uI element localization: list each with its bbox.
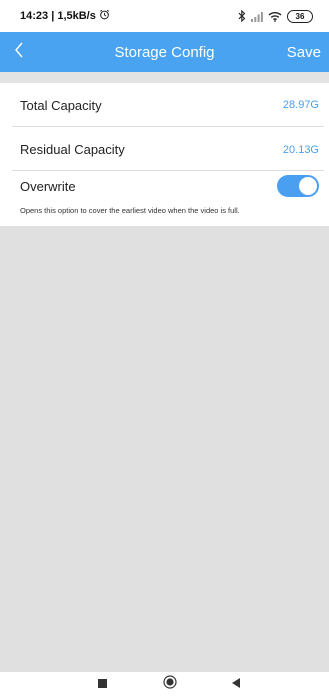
divider — [12, 170, 324, 171]
overwrite-label: Overwrite — [20, 178, 76, 194]
alarm-icon — [99, 9, 110, 23]
battery-icon: 36 — [287, 9, 313, 23]
empty-content-area — [0, 226, 329, 672]
triangle-icon — [232, 675, 240, 693]
total-capacity-value: 28.97G — [282, 99, 319, 111]
total-capacity-row: Total Capacity 28.97G — [0, 83, 329, 127]
page-title: Storage Config — [114, 43, 215, 61]
overwrite-hint: Opens this option to cover the earliest … — [20, 206, 240, 215]
header-bar: Storage Config Save — [0, 32, 329, 72]
nav-back-button[interactable] — [229, 677, 243, 691]
battery-level: 36 — [295, 11, 305, 21]
residual-capacity-value: 20.13G — [282, 143, 319, 156]
recent-apps-button[interactable] — [95, 677, 109, 691]
total-capacity-label: Total Capacity — [20, 97, 102, 113]
toggle-knob — [299, 177, 317, 195]
status-time-speed: 14:23 | 1,5kB/s — [20, 10, 96, 22]
section-gap — [0, 72, 329, 83]
square-icon — [97, 675, 107, 693]
residual-capacity-row: Residual Capacity 20.13G — [0, 128, 329, 171]
wifi-icon — [268, 11, 282, 22]
settings-list: Total Capacity 28.97G Residual Capacity … — [0, 83, 329, 226]
overwrite-row: Overwrite — [0, 172, 329, 200]
divider — [12, 126, 324, 127]
status-bar: 14:23 | 1,5kB/s 36 — [0, 0, 329, 32]
back-button[interactable] — [14, 32, 42, 72]
save-button[interactable]: Save — [287, 32, 321, 72]
chevron-left-icon — [14, 41, 24, 64]
system-nav-bar — [0, 672, 329, 697]
overwrite-toggle[interactable] — [277, 175, 319, 197]
home-button[interactable] — [163, 674, 177, 694]
status-left: 14:23 | 1,5kB/s — [20, 9, 110, 23]
status-right: 36 — [238, 9, 313, 23]
residual-capacity-label: Residual Capacity — [20, 142, 125, 157]
circle-icon — [163, 674, 177, 694]
signal-icon — [251, 11, 263, 22]
bluetooth-icon — [238, 10, 246, 22]
